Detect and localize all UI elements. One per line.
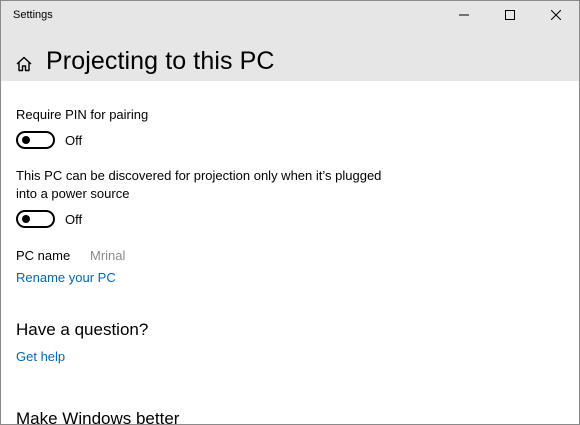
home-icon (16, 56, 32, 72)
maximize-button[interactable] (487, 1, 533, 29)
require-pin-toggle[interactable] (16, 131, 55, 149)
power-source-state: Off (65, 212, 83, 227)
require-pin-state: Off (65, 133, 83, 148)
require-pin-label: Require PIN for pairing (16, 107, 149, 122)
toggle-knob (22, 136, 30, 144)
settings-window: Settings Projecting to this PC Require P… (0, 0, 580, 425)
title-bar: Settings Projecting to this PC (1, 1, 579, 81)
power-source-label-line1: This PC can be discovered for projection… (16, 168, 382, 183)
home-button[interactable] (15, 55, 33, 73)
power-source-toggle[interactable] (16, 210, 55, 228)
get-help-link[interactable]: Get help (16, 349, 65, 364)
toggle-knob (22, 215, 30, 223)
rename-pc-link[interactable]: Rename your PC (16, 270, 116, 285)
minimize-icon (459, 14, 469, 16)
pc-name-value: Mrinal (90, 248, 126, 263)
maximize-icon (505, 10, 515, 20)
app-title: Settings (13, 9, 53, 21)
close-button[interactable] (533, 1, 579, 29)
close-icon (551, 10, 561, 20)
power-source-label-line2: into a power source (16, 186, 130, 201)
page-title: Projecting to this PC (46, 47, 275, 75)
minimize-button[interactable] (441, 1, 487, 29)
feedback-heading: Make Windows better (16, 409, 180, 425)
help-heading: Have a question? (16, 320, 149, 339)
page-header: Projecting to this PC (1, 45, 579, 81)
pc-name-label: PC name (16, 248, 71, 263)
